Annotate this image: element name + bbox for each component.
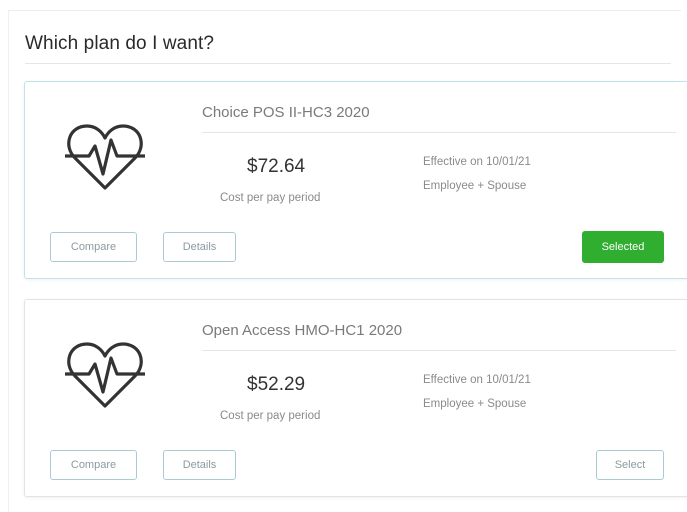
compare-button[interactable]: Compare	[50, 450, 137, 480]
price-label: Cost per pay period	[220, 192, 321, 204]
plan-selection-panel: Which plan do I want? Choice POS II-HC3 …	[8, 10, 687, 512]
coverage-level: Employee + Spouse	[423, 398, 527, 410]
coverage-level: Employee + Spouse	[423, 180, 527, 192]
plan-name: Open Access HMO-HC1 2020	[202, 322, 403, 339]
plan-price: $72.64	[247, 156, 306, 177]
price-label: Cost per pay period	[220, 410, 321, 422]
compare-button[interactable]: Compare	[50, 232, 137, 262]
plan-card: Choice POS II-HC3 2020 $72.64 Cost per p…	[24, 81, 687, 279]
plan-price: $52.29	[247, 374, 306, 395]
heart-pulse-icon	[65, 124, 145, 190]
details-button[interactable]: Details	[163, 232, 236, 262]
heart-pulse-icon	[65, 342, 145, 408]
plan-name-divider	[202, 350, 676, 351]
title-divider	[25, 63, 671, 64]
plan-card: Open Access HMO-HC1 2020 $52.29 Cost per…	[24, 299, 687, 497]
effective-date: Effective on 10/01/21	[423, 156, 531, 168]
select-button[interactable]: Select	[596, 450, 664, 480]
effective-date: Effective on 10/01/21	[423, 374, 531, 386]
page-title: Which plan do I want?	[25, 33, 215, 54]
plan-name-divider	[202, 132, 676, 133]
plan-name: Choice POS II-HC3 2020	[202, 104, 370, 121]
details-button[interactable]: Details	[163, 450, 236, 480]
selected-button[interactable]: Selected	[582, 231, 664, 263]
